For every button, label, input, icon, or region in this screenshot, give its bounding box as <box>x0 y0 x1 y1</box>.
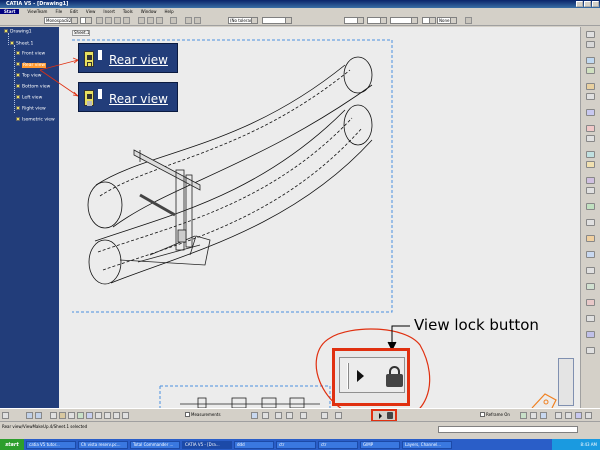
tool-g-icon[interactable] <box>585 412 592 419</box>
right-toolbar <box>580 27 600 408</box>
section-icon[interactable] <box>586 83 595 90</box>
task-item[interactable]: Layers, Channel... <box>402 440 452 449</box>
view-lock-button[interactable] <box>387 412 393 419</box>
view-icon[interactable] <box>586 57 595 64</box>
hide-icon[interactable] <box>286 412 293 419</box>
task-item[interactable]: ddd <box>234 440 274 449</box>
annotation-icon[interactable] <box>586 151 595 158</box>
command-input[interactable] <box>438 426 578 433</box>
view-lock-zoom-box <box>332 348 410 406</box>
callout-label: Rear view <box>109 53 168 67</box>
task-item[interactable]: Ch vista reserv.pc... <box>78 440 128 449</box>
system-tray: 8:43 AM <box>552 439 600 450</box>
pan-icon[interactable] <box>95 412 102 419</box>
analysis-icon[interactable] <box>50 412 57 419</box>
grid-icon[interactable] <box>26 412 33 419</box>
tool-f-icon[interactable] <box>575 412 582 419</box>
fit-all-icon[interactable] <box>122 412 129 419</box>
reframe-toggle[interactable]: Reframe On <box>480 412 510 417</box>
clock: 8:43 AM <box>580 442 597 447</box>
status-message: Rear view/ViewMakeUp.4/Sheet.1 selected <box>2 424 88 429</box>
side-view-sketch <box>180 397 320 409</box>
rotate-icon[interactable] <box>86 412 93 419</box>
measurements-checkbox[interactable] <box>185 412 190 417</box>
view-unlock-icon <box>84 90 94 106</box>
dress-up-icon[interactable] <box>586 251 595 258</box>
balloon-icon[interactable] <box>586 177 595 184</box>
chamfer-icon[interactable] <box>586 135 595 142</box>
tool-d-icon[interactable] <box>555 412 562 419</box>
bottom-toolbar: Measurements Reframe On <box>0 408 600 422</box>
taskbar: start catia V5 tutor... Ch vista reserv.… <box>0 439 600 450</box>
catia-window: CATIA V5 - [Drawing1] Start ViewTeam Fil… <box>0 0 600 450</box>
cursor-icon[interactable] <box>68 412 75 419</box>
compass-widget[interactable] <box>558 358 574 406</box>
multi-view-icon[interactable] <box>335 412 342 419</box>
datum-icon[interactable] <box>586 187 595 194</box>
tool-b-icon[interactable] <box>530 412 537 419</box>
pipe-lower <box>88 104 373 285</box>
callout-rear-view-locked: Rear view <box>78 43 178 73</box>
thread-icon[interactable] <box>586 283 595 290</box>
zoom-out-icon[interactable] <box>113 412 120 419</box>
start-button[interactable]: start <box>0 439 24 450</box>
save-icon[interactable] <box>2 412 9 419</box>
reframe-label: Reframe On <box>486 412 510 417</box>
task-item[interactable]: Total Commander ... <box>130 440 180 449</box>
reframe-checkbox[interactable] <box>480 412 485 417</box>
task-item[interactable]: ctr <box>318 440 358 449</box>
callout-label: Rear view <box>109 92 168 106</box>
roughness-icon[interactable] <box>586 203 595 210</box>
update-icon[interactable] <box>77 412 84 419</box>
tool-c-icon[interactable] <box>540 412 547 419</box>
view-mode-icon[interactable] <box>251 412 258 419</box>
snap-to-point-icon[interactable] <box>35 412 42 419</box>
task-item[interactable]: ctr <box>276 440 316 449</box>
tool-e-icon[interactable] <box>565 412 572 419</box>
area-fill-icon[interactable] <box>586 299 595 306</box>
detail-icon[interactable] <box>586 93 595 100</box>
axis-icon[interactable] <box>586 267 595 274</box>
clipping-icon[interactable] <box>586 109 595 116</box>
task-item-active[interactable]: CATIA V5 - [Dra... <box>182 440 232 449</box>
arrow-icon[interactable] <box>586 315 595 322</box>
dimension-icon[interactable] <box>586 125 595 132</box>
geometry-icon[interactable] <box>586 331 595 338</box>
swap-icon[interactable] <box>300 412 307 419</box>
render-icon[interactable] <box>275 412 282 419</box>
normal-view-icon[interactable] <box>321 412 328 419</box>
display-icon[interactable] <box>59 412 66 419</box>
sketch-icon[interactable] <box>586 41 595 48</box>
select-icon[interactable] <box>586 31 595 38</box>
measurements-toggle[interactable]: Measurements <box>185 412 221 417</box>
expand-arrow-icon[interactable] <box>379 413 382 419</box>
point-icon[interactable] <box>586 347 595 354</box>
padlock-icon <box>386 366 403 387</box>
task-item[interactable]: catia V5 tutor... <box>26 440 76 449</box>
zoomed-toolbar <box>339 357 405 393</box>
zoom-in-icon[interactable] <box>104 412 111 419</box>
layer-icon[interactable] <box>262 412 269 419</box>
callout-rear-view-unlocked: Rear view <box>78 82 178 112</box>
tool-a-icon[interactable] <box>520 412 527 419</box>
status-bar: Rear view/ViewMakeUp.4/Sheet.1 selected <box>0 421 600 439</box>
weld-icon[interactable] <box>586 219 595 226</box>
view-lock-icon <box>84 51 94 67</box>
table-icon[interactable] <box>586 235 595 242</box>
task-item[interactable]: GIMP <box>360 440 400 449</box>
projection-icon[interactable] <box>586 67 595 74</box>
text-icon[interactable] <box>586 161 595 168</box>
expand-arrow-icon <box>357 370 364 382</box>
measurements-label: Measurements <box>191 412 221 417</box>
view-lock-annotation: View lock button <box>414 316 539 334</box>
